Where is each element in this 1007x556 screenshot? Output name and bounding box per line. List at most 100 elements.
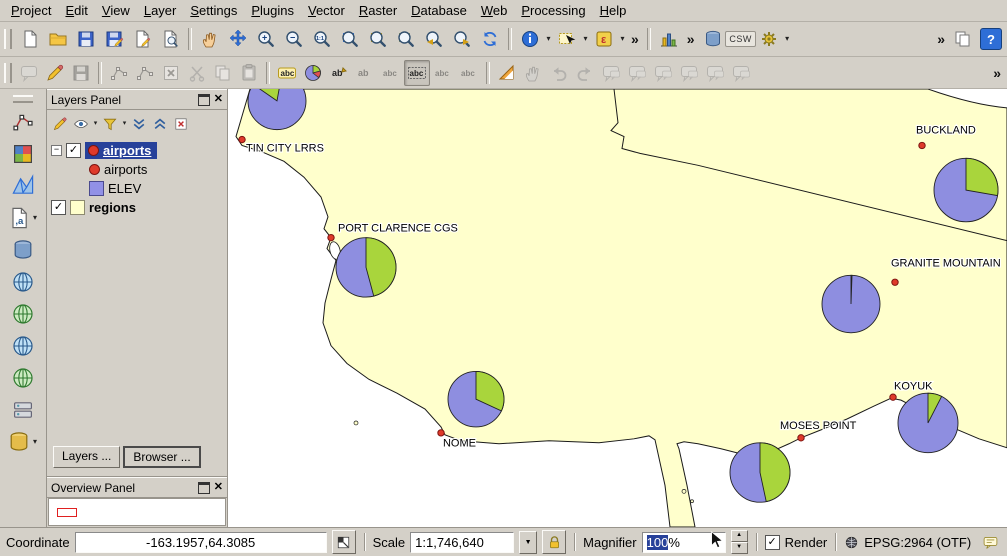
highlight-pinned-labels-button[interactable]: ab [352, 60, 378, 86]
collapse-all-button[interactable] [150, 114, 170, 134]
show-hide-labels-button[interactable]: abc [404, 60, 430, 86]
toolbar-overflow-icon[interactable]: » [989, 65, 1005, 81]
zoom-to-selection-button[interactable] [364, 25, 392, 53]
processing-toolbox-button[interactable] [755, 25, 783, 53]
dropdown-icon[interactable]: ▾ [31, 437, 40, 447]
panel-close-icon[interactable]: ✕ [214, 482, 223, 493]
map-refresh-button[interactable] [476, 25, 504, 53]
menu-plugins[interactable]: Plugins [244, 1, 301, 20]
database-manager-button[interactable] [699, 25, 727, 53]
save-project-as-button[interactable] [100, 25, 128, 53]
expression-dropdown-icon[interactable]: ▾ [618, 34, 627, 44]
duplicate-tool-button[interactable] [949, 25, 977, 53]
undo-button[interactable] [546, 60, 572, 86]
menu-processing[interactable]: Processing [514, 1, 592, 20]
change-label-button[interactable]: abc [456, 60, 482, 86]
new-project-button[interactable] [16, 25, 44, 53]
zoom-next-button[interactable] [448, 25, 476, 53]
pan-map-button[interactable] [196, 25, 224, 53]
log-messages-button[interactable] [979, 531, 1001, 553]
browser-tab-button[interactable]: Browser ... [123, 446, 200, 468]
panel-close-icon[interactable]: ✕ [214, 94, 223, 105]
add-delimited-text-layer-button[interactable]: ,a▾ [6, 202, 40, 234]
text-annotation-button[interactable] [702, 60, 728, 86]
new-print-layout-button[interactable] [128, 25, 156, 53]
pan-to-selection-button[interactable] [224, 25, 252, 53]
html-annotation-button[interactable] [650, 60, 676, 86]
legend-row-airports-symbol[interactable]: airports [51, 160, 227, 179]
copy-features-button[interactable] [210, 60, 236, 86]
magnifier-spinbox[interactable]: 100 % [642, 532, 726, 553]
zoom-to-layer-button[interactable] [392, 25, 420, 53]
filter-dropdown-icon[interactable]: ▾ [121, 119, 128, 129]
themes-dropdown-icon[interactable]: ▾ [92, 119, 99, 129]
layer-diagram-button[interactable] [300, 60, 326, 86]
overview-extent-rect[interactable] [57, 508, 77, 517]
open-project-button[interactable] [44, 25, 72, 53]
zoom-in-button[interactable]: + [252, 25, 280, 53]
zoom-native-button[interactable]: 1:1 [308, 25, 336, 53]
scale-combobox[interactable]: 1:1,746,640 [410, 532, 514, 553]
selected-layer-highlight[interactable]: airports [85, 142, 157, 159]
layer-row-regions[interactable]: ✓ regions [51, 198, 227, 217]
processing-dropdown-icon[interactable]: ▾ [783, 34, 792, 44]
filter-legend-button[interactable] [100, 114, 120, 134]
move-annotation-button[interactable] [728, 60, 754, 86]
select-features-button[interactable] [553, 25, 581, 53]
coordinate-extent-toggle-button[interactable] [332, 530, 356, 554]
toolbar-overflow-icon[interactable]: » [933, 31, 949, 47]
add-raster-layer-button[interactable] [6, 138, 40, 170]
crs-status-button[interactable]: EPSG:2964 (OTF) [844, 535, 971, 550]
menu-help[interactable]: Help [593, 1, 634, 20]
airports-visibility-checkbox[interactable]: ✓ [66, 143, 81, 158]
select-dropdown-icon[interactable]: ▾ [581, 34, 590, 44]
spin-up-button[interactable]: ▲ [731, 530, 748, 542]
paste-features-button[interactable] [236, 60, 262, 86]
svg-annotation-button[interactable] [676, 60, 702, 86]
add-postgis-layer-button[interactable] [6, 234, 40, 266]
move-label-button[interactable]: abc [378, 60, 404, 86]
save-project-button[interactable] [72, 25, 100, 53]
layers-panel-titlebar[interactable]: Layers Panel ✕ [47, 89, 227, 110]
select-by-expression-button[interactable]: ε [590, 25, 618, 53]
cut-features-button[interactable] [184, 60, 210, 86]
identify-dropdown-icon[interactable]: ▾ [544, 34, 553, 44]
add-oracle-layer-button[interactable]: ▾ [6, 426, 40, 458]
show-layout-manager-button[interactable] [156, 25, 184, 53]
layer-labeling-button[interactable]: abc [274, 60, 300, 86]
zoom-last-button[interactable] [420, 25, 448, 53]
panel-float-icon[interactable] [198, 482, 210, 494]
toolbar-overflow-icon[interactable]: » [683, 31, 699, 47]
render-checkbox[interactable]: ✓ [765, 535, 780, 550]
menu-settings[interactable]: Settings [183, 1, 244, 20]
toolbar-drag-handle[interactable] [4, 63, 12, 83]
add-wcs-layer-button[interactable] [6, 330, 40, 362]
zoom-out-button[interactable]: − [280, 25, 308, 53]
layer-row-airports[interactable]: − ✓ airports [51, 141, 227, 160]
current-edits-button[interactable] [16, 60, 42, 86]
menu-raster[interactable]: Raster [352, 1, 404, 20]
menu-layer[interactable]: Layer [137, 1, 184, 20]
add-wfs-layer-button[interactable] [6, 362, 40, 394]
add-wms-layer-button[interactable] [6, 298, 40, 330]
annotation-tool-button[interactable] [598, 60, 624, 86]
collapse-expander-icon[interactable]: − [51, 145, 62, 156]
remove-layer-button[interactable] [171, 114, 191, 134]
scale-dropdown-button[interactable]: ▼ [519, 531, 537, 554]
add-spatialite-layer-button[interactable] [6, 266, 40, 298]
add-vector-layer-button[interactable] [6, 106, 40, 138]
delete-selected-button[interactable] [158, 60, 184, 86]
toggle-editing-button[interactable] [42, 60, 68, 86]
add-arcgis-layer-button[interactable] [6, 394, 40, 426]
add-mesh-layer-button[interactable] [6, 170, 40, 202]
panel-float-icon[interactable] [198, 94, 210, 106]
rotate-label-button[interactable]: abc [430, 60, 456, 86]
regions-visibility-checkbox[interactable]: ✓ [51, 200, 66, 215]
form-annotation-button[interactable] [624, 60, 650, 86]
open-layer-sty6ling-button[interactable] [50, 114, 70, 134]
dropdown-icon[interactable]: ▾ [31, 213, 40, 223]
toolbar-drag-handle[interactable] [13, 95, 33, 103]
scale-lock-button[interactable] [542, 530, 566, 554]
menu-edit[interactable]: Edit [58, 1, 94, 20]
map-canvas[interactable]: TIN CITY LRRSPORT CLARENCE CGSNOMEBUCKLA… [228, 89, 1007, 527]
